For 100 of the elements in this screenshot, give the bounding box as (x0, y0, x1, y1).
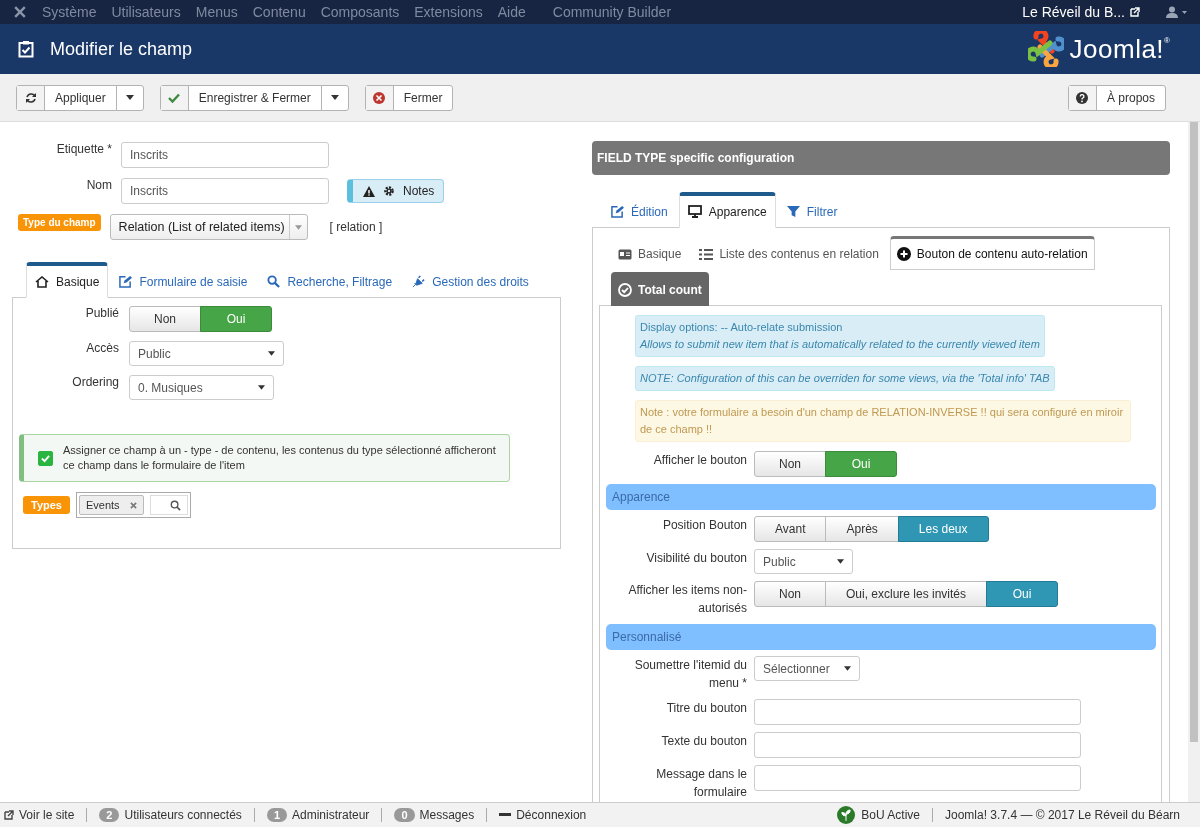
field-label: Message dans le formulaire (655, 766, 748, 801)
external-link-icon (4, 810, 14, 820)
toolbar-button[interactable]: Fermer (364, 84, 454, 111)
count-badge: 2 (99, 808, 120, 822)
menu-item[interactable]: Community Builder (552, 4, 672, 20)
minus-icon (499, 813, 512, 817)
tab[interactable]: Total count (611, 272, 709, 306)
brand-name: Joomla! (1069, 33, 1165, 65)
check-icon (41, 453, 50, 463)
check-circle-icon (618, 283, 632, 297)
dropdown-button[interactable] (115, 84, 144, 111)
tab[interactable]: Bouton de contenu auto-relation (889, 236, 1095, 270)
notice: Note : votre formulaire a besoin d'un champ de RELATION-INVERSE !! qui sera configuré en miroir de ce champ !! (635, 400, 1131, 442)
field-label: Texte du bouton (660, 733, 748, 750)
tab[interactable]: Formulaire de saisie (110, 262, 257, 298)
caret-icon (125, 95, 134, 100)
status-link[interactable]: Administrateur (292, 808, 370, 822)
checkbox[interactable] (38, 450, 53, 466)
count-badge: 1 (266, 808, 287, 822)
select-field[interactable]: 0. Musiques (129, 375, 274, 400)
section-header: Personnalisé (606, 624, 1156, 650)
section-header: FIELD TYPE specific configuration (592, 141, 1170, 175)
site-link[interactable]: Le Réveil du B... (1022, 4, 1125, 20)
status-link[interactable]: Déconnexion (516, 808, 587, 822)
section-header: Apparence (606, 484, 1156, 510)
count-badge: 0 (394, 808, 415, 822)
field-label: Position Bouton (661, 517, 748, 534)
caret-icon (294, 224, 302, 230)
text-input[interactable] (754, 765, 1081, 791)
toggle-option[interactable]: Après (825, 516, 899, 542)
user-icon[interactable] (1166, 6, 1188, 18)
text-input[interactable] (754, 699, 1081, 725)
tab[interactable]: Recherche, Filtrage (258, 262, 402, 298)
tab[interactable]: Gestion des droits (403, 262, 538, 298)
field-label: Afficher les items non-autorisés (627, 582, 748, 617)
help-button[interactable]: À propos (1067, 84, 1166, 111)
notice: Display options: -- Auto-relate submission Allows to submit new item that is automatically related to the currently viewed item (635, 315, 1045, 357)
field-label: Publié (84, 306, 120, 320)
edit-icon (119, 275, 133, 288)
logo-icon (1027, 31, 1064, 67)
toggle-option[interactable]: Non (754, 581, 826, 607)
tab[interactable]: Basique (611, 236, 689, 270)
list-icon (699, 247, 714, 261)
tag-field[interactable]: Events (76, 492, 191, 518)
notice: NOTE: Configuration of this can be overriden for some views, via the 'Total info' TAB (635, 366, 1055, 391)
menu-item[interactable]: Menus (195, 4, 238, 20)
field-label: Types (23, 496, 70, 514)
notice-text: Assigner ce champ à un - type - de contenu, les contenus du type sélectionné afficheront ce champ dans le formulaire de l'item (63, 443, 497, 473)
status-link[interactable]: Voir le site (19, 808, 75, 822)
trademark: ® (1164, 36, 1170, 45)
toggle-option[interactable]: Avant (754, 516, 827, 542)
text-input[interactable] (754, 732, 1081, 758)
menu-item[interactable]: Composants (320, 4, 400, 20)
status-link[interactable]: Utilisateurs connectés (124, 808, 242, 822)
text-input[interactable]: Inscrits (121, 142, 329, 168)
menu-item[interactable]: Système (42, 4, 97, 20)
filter-icon (786, 205, 800, 218)
text-input[interactable]: Inscrits (121, 178, 329, 204)
field-label: Soumettre l'itemid du menu * (633, 657, 748, 692)
select-field[interactable]: Sélectionner (754, 656, 860, 681)
tab[interactable]: Édition (602, 192, 677, 228)
remove-icon[interactable] (129, 501, 137, 509)
warning-icon (363, 185, 375, 197)
toggle-option[interactable]: Oui, exclure les invités (825, 581, 988, 607)
monitor-icon (687, 205, 702, 218)
menu-item[interactable]: Aide (497, 4, 526, 20)
tab[interactable]: Liste des contenus en relation (692, 236, 886, 270)
cancel-icon (373, 91, 386, 104)
caret-icon (843, 666, 851, 671)
home-icon (35, 275, 49, 288)
dropdown-button[interactable] (320, 84, 349, 111)
menu-item[interactable]: Extensions (414, 4, 483, 20)
select-field[interactable]: Public (754, 549, 853, 574)
toggle-option[interactable]: Non (754, 451, 826, 477)
status-text: BoU Active (861, 808, 920, 822)
tab[interactable]: Basique (26, 262, 109, 298)
caret-icon (268, 351, 275, 356)
caret-icon (837, 559, 844, 564)
help-icon (1076, 91, 1089, 104)
tab[interactable]: Apparence (678, 192, 776, 228)
field-label: Ordering (71, 375, 120, 389)
plant-icon (837, 806, 856, 824)
edit-icon (611, 205, 624, 218)
toggle-option[interactable]: Non (129, 306, 201, 332)
menu-item[interactable]: Contenu (252, 4, 306, 20)
search-icon[interactable] (169, 499, 181, 511)
field-label: Titre du bouton (665, 700, 748, 717)
version-text: Joomla! 3.7.4 — © 2017 Le Réveil du Béarn (945, 808, 1180, 822)
select-field[interactable]: Public (129, 341, 284, 366)
toolbar-button[interactable]: Appliquer (16, 84, 117, 111)
status-link[interactable]: Messages (419, 808, 475, 822)
menu-item[interactable]: Utilisateurs (111, 4, 181, 20)
type-select[interactable]: Relation (List of related items) (109, 214, 308, 240)
field-label: Type du champ (18, 214, 101, 231)
notes-button[interactable]: Notes (347, 179, 445, 203)
toolbar-button[interactable]: Enregistrer & Fermer (159, 84, 322, 111)
tab[interactable]: Filtrer (777, 192, 847, 228)
tag: Events (79, 495, 144, 515)
scrollbar[interactable] (1188, 122, 1200, 802)
caret-icon (258, 385, 265, 390)
